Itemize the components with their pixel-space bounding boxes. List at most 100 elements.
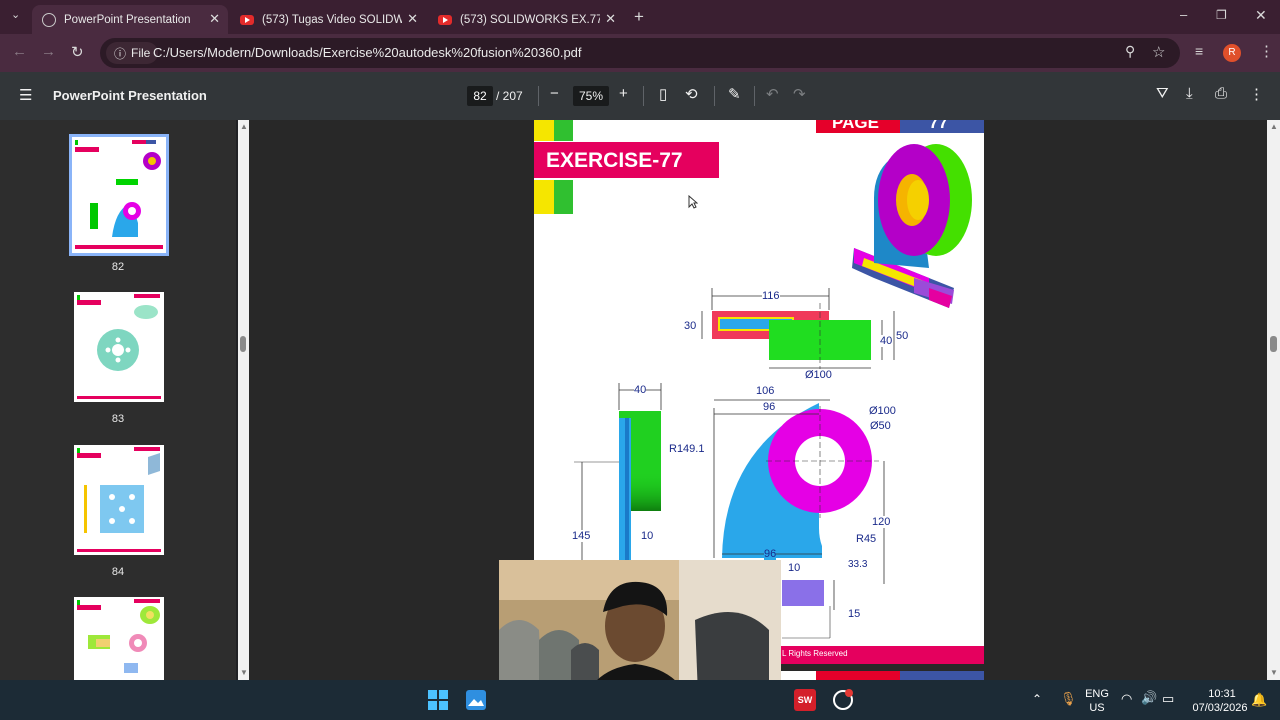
divider [754,86,755,106]
sidebar-scrollbar[interactable]: ▲ ▼ [238,120,249,680]
restore-icon[interactable]: ❐ [1216,8,1227,22]
solidworks-app-icon[interactable]: SW [794,689,816,711]
dim-label: 96 [764,548,777,560]
zoom-out-icon[interactable]: − [550,85,559,102]
address-bar[interactable]: ⓘ File C:/Users/Modern/Downloads/Exercis… [100,38,1180,68]
thumbnail-page-82[interactable] [69,134,169,256]
tab-youtube-2[interactable]: (573) SOLIDWORKS EX.77 - YouTube ✕ [428,5,624,34]
rotate-icon[interactable]: ⟲ [685,85,698,103]
scroll-down-icon[interactable]: ▼ [1270,668,1278,677]
undo-icon[interactable]: ↶ [766,85,779,103]
zoom-icon[interactable]: ⚲ [1125,43,1135,60]
thumbnail-page-85[interactable] [74,597,164,680]
youtube-icon [240,14,254,25]
new-tab-icon[interactable]: + [634,7,644,27]
photos-app-icon[interactable] [466,690,486,710]
bookmark-star-icon[interactable]: ☆ [1152,43,1165,61]
close-icon[interactable]: ✕ [605,11,616,27]
region-code[interactable]: US [1085,702,1109,714]
site-info-chip[interactable]: ⓘ File [106,42,159,64]
page-badge-number: 77 [929,120,948,132]
page-total: / 207 [496,89,523,103]
zoom-in-icon[interactable]: + [619,85,628,102]
iso-model [852,144,972,308]
dim-label: R149.1 [669,443,705,455]
wifi-icon[interactable]: ◠ [1121,691,1132,707]
fit-page-icon[interactable]: ▯ [659,85,667,103]
dim-label: 40 [880,335,893,347]
dim-label: 40 [634,384,647,396]
dim-label: 10 [788,562,801,574]
drive-save-icon[interactable]: ⛛ [1156,85,1169,102]
page-badge-label: PAGE [832,120,879,132]
page-number-input[interactable]: 82 [467,86,493,106]
dim-label: Ø50 [870,420,891,432]
thumbnail-sidebar: 82 83 84 [0,120,236,680]
dim-label: 50 [896,330,909,342]
avatar[interactable]: R [1223,44,1241,62]
thumbnail-page-83[interactable] [74,292,164,402]
dim-label: 15 [848,608,861,620]
redo-icon[interactable]: ↷ [793,85,806,103]
clock-time[interactable]: 10:31 [1196,688,1248,700]
sidebar-menu-icon[interactable]: ☰ [19,86,32,104]
thumbnail-preview [74,597,164,680]
scroll-up-icon[interactable]: ▲ [240,122,248,131]
dim-label: 145 [572,530,591,542]
thumbnail-label: 82 [111,261,125,273]
page-footer-text: L Rights Reserved [782,649,848,658]
tab-title: (573) Tugas Video SOLIDWORKS [262,13,402,26]
tab-title: PowerPoint Presentation [64,13,191,26]
close-icon[interactable]: ✕ [407,11,418,27]
url-text[interactable]: C:/Users/Modern/Downloads/Exercise%20aut… [153,45,582,60]
divider [643,86,644,106]
media-control-icon[interactable]: ≡ [1195,43,1203,59]
minimize-icon[interactable]: – [1180,7,1187,22]
tray-overflow-icon[interactable]: ⌃ [1032,692,1042,706]
close-icon[interactable]: ✕ [209,11,220,27]
tab-youtube-1[interactable]: (573) Tugas Video SOLIDWORKS ✕ [230,5,426,34]
browser-menu-icon[interactable]: ⋮ [1259,42,1274,60]
dim-label: R45 [856,533,877,545]
zoom-input[interactable]: 75% [573,86,609,106]
thumbnail-preview [74,292,164,402]
volume-icon[interactable]: 🔊 [1141,690,1157,706]
print-icon[interactable]: ⎙ [1215,85,1227,102]
tab-powerpoint[interactable]: PowerPoint Presentation ✕ [32,5,228,34]
microphone-icon[interactable]: 🎙 [1060,691,1077,707]
reload-icon[interactable]: ↻ [71,43,84,61]
browser-toolbar: ← → ↻ ⓘ File C:/Users/Modern/Downloads/E… [0,34,1280,72]
divider [714,86,715,106]
notification-bell-icon[interactable]: 🔔 [1251,692,1267,708]
sidebar-scroll-thumb[interactable] [240,336,246,352]
language-code[interactable]: ENG [1085,688,1109,700]
viewer-scroll-thumb[interactable] [1270,336,1277,352]
recorder-app-icon[interactable] [832,689,854,711]
thumbnail-label: 83 [111,413,125,425]
back-icon[interactable]: ← [12,43,27,60]
dim-label: 10 [641,530,654,542]
windows-start-icon[interactable] [428,690,448,710]
close-window-icon[interactable]: ✕ [1255,7,1267,24]
mouse-cursor-icon [688,195,698,209]
globe-icon [42,12,56,27]
divider [538,86,539,106]
download-icon[interactable]: ⤓ [1186,85,1193,102]
thumbnail-page-84[interactable] [74,445,164,555]
viewer-scrollbar[interactable]: ▲ ▼ [1267,120,1280,680]
tab-title: (573) SOLIDWORKS EX.77 - YouTube [460,13,600,26]
taskbar: SW ⌃ 🎙 ENG US ◠ 🔊 ▭ 10:31 07/03/2026 🔔 [0,680,1280,720]
thumbnail-preview [74,445,164,555]
clock-date[interactable]: 07/03/2026 [1190,702,1250,714]
scroll-up-icon[interactable]: ▲ [1270,122,1278,131]
forward-icon[interactable]: → [41,43,56,60]
dim-label: 106 [756,385,775,397]
tab-search-chevron-icon[interactable]: ⌄ [11,8,20,21]
dim-label: 116 [762,290,780,302]
more-options-icon[interactable]: ⋮ [1249,85,1264,103]
dim-label: 30 [684,320,697,332]
pdf-toolbar: ☰ PowerPoint Presentation 82 / 207 − 75%… [0,72,1280,120]
battery-icon[interactable]: ▭ [1162,691,1174,707]
scroll-down-icon[interactable]: ▼ [240,668,248,677]
annotate-icon[interactable]: ✎ [728,85,741,103]
